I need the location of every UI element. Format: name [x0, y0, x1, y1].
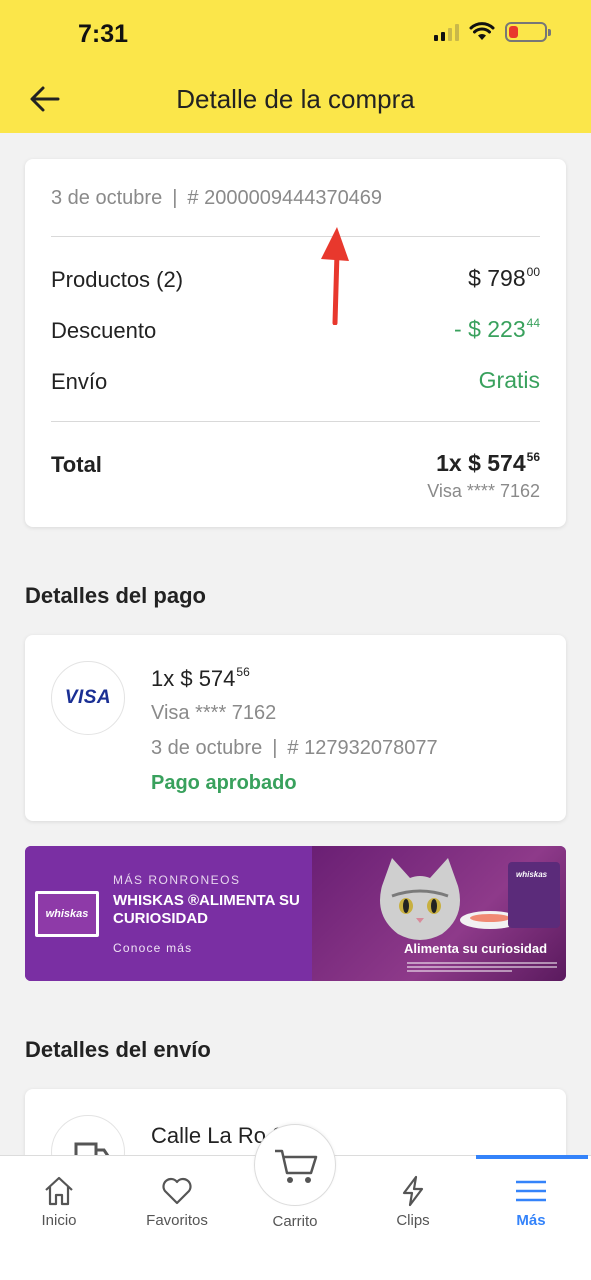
shipping-label: Envío	[51, 369, 108, 394]
banner-image: whiskas Alimenta su curiosidad	[312, 846, 566, 981]
shipping-value: Gratis	[478, 367, 540, 393]
whiskas-pouch: whiskas	[508, 862, 560, 928]
cart-icon	[275, 1149, 318, 1183]
payment-amount: 1x $ 57456	[151, 665, 250, 691]
wifi-icon	[469, 22, 495, 40]
total-value: 1x $ 57456	[436, 450, 540, 476]
heart-icon	[162, 1177, 192, 1205]
nav-item-carrito[interactable]	[254, 1124, 336, 1206]
order-date: 3 de octubre	[51, 187, 163, 209]
banner-tagline: Alimenta su curiosidad	[404, 941, 548, 956]
promo-banner[interactable]: whiskas MÁS RONRONEOS WHISKAS ®ALIMENTA …	[25, 846, 566, 981]
page-title: Detalle de la compra	[176, 84, 415, 114]
header: 7:31 Detalle de la compra	[0, 0, 591, 133]
order-number: # 2000009444370469	[187, 187, 383, 209]
cat-image-icon	[380, 858, 460, 940]
discount-label: Descuento	[51, 318, 157, 343]
menu-icon	[516, 1180, 546, 1202]
active-tab-indicator	[476, 1155, 588, 1159]
whiskas-logo: whiskas	[35, 891, 99, 937]
products-value: $ 79800	[468, 265, 540, 291]
nav-label-carrito: Carrito	[272, 1213, 318, 1230]
banner-headline: WHISKAS ®ALIMENTA SU CURIOSIDAD	[113, 892, 300, 927]
signal-icon	[434, 23, 459, 41]
payment-card-number: Visa **** 7162	[151, 702, 277, 724]
divider	[51, 236, 540, 237]
banner-cta[interactable]: Conoce más	[113, 941, 192, 955]
discount-value: - $ 22344	[454, 316, 540, 342]
home-icon	[45, 1176, 73, 1206]
payment-section-title: Detalles del pago	[25, 583, 206, 608]
visa-logo: VISA	[51, 661, 125, 735]
lightning-icon	[402, 1175, 424, 1207]
divider	[51, 421, 540, 422]
total-payment-method: Visa **** 7162	[427, 481, 540, 501]
banner-fine-print	[407, 962, 557, 972]
status-icons	[434, 22, 551, 42]
nav-item-inicio[interactable]: Inicio	[9, 1174, 109, 1229]
banner-eyebrow: MÁS RONRONEOS	[113, 873, 241, 887]
annotation-arrow-icon	[321, 227, 349, 325]
nav-item-favoritos[interactable]: Favoritos	[127, 1174, 227, 1229]
status-time: 7:31	[78, 20, 129, 48]
payment-status: Pago aprobado	[151, 772, 297, 794]
battery-icon	[505, 22, 551, 42]
products-label: Productos (2)	[51, 267, 184, 292]
payment-operation: 3 de octubre | # 127932078077	[151, 737, 438, 759]
nav-item-mas[interactable]: Más	[481, 1174, 581, 1229]
payment-card[interactable]: VISA 1x $ 57456 Visa **** 7162 3 de octu…	[25, 635, 566, 821]
order-summary-card: 3 de octubre | # 2000009444370469 Producto…	[25, 159, 566, 527]
order-info: 3 de octubre | # 2000009444370469	[51, 187, 383, 209]
shipping-section-title: Detalles del envío	[25, 1037, 211, 1062]
nav-item-clips[interactable]: Clips	[363, 1174, 463, 1229]
total-label: Total	[51, 452, 102, 477]
